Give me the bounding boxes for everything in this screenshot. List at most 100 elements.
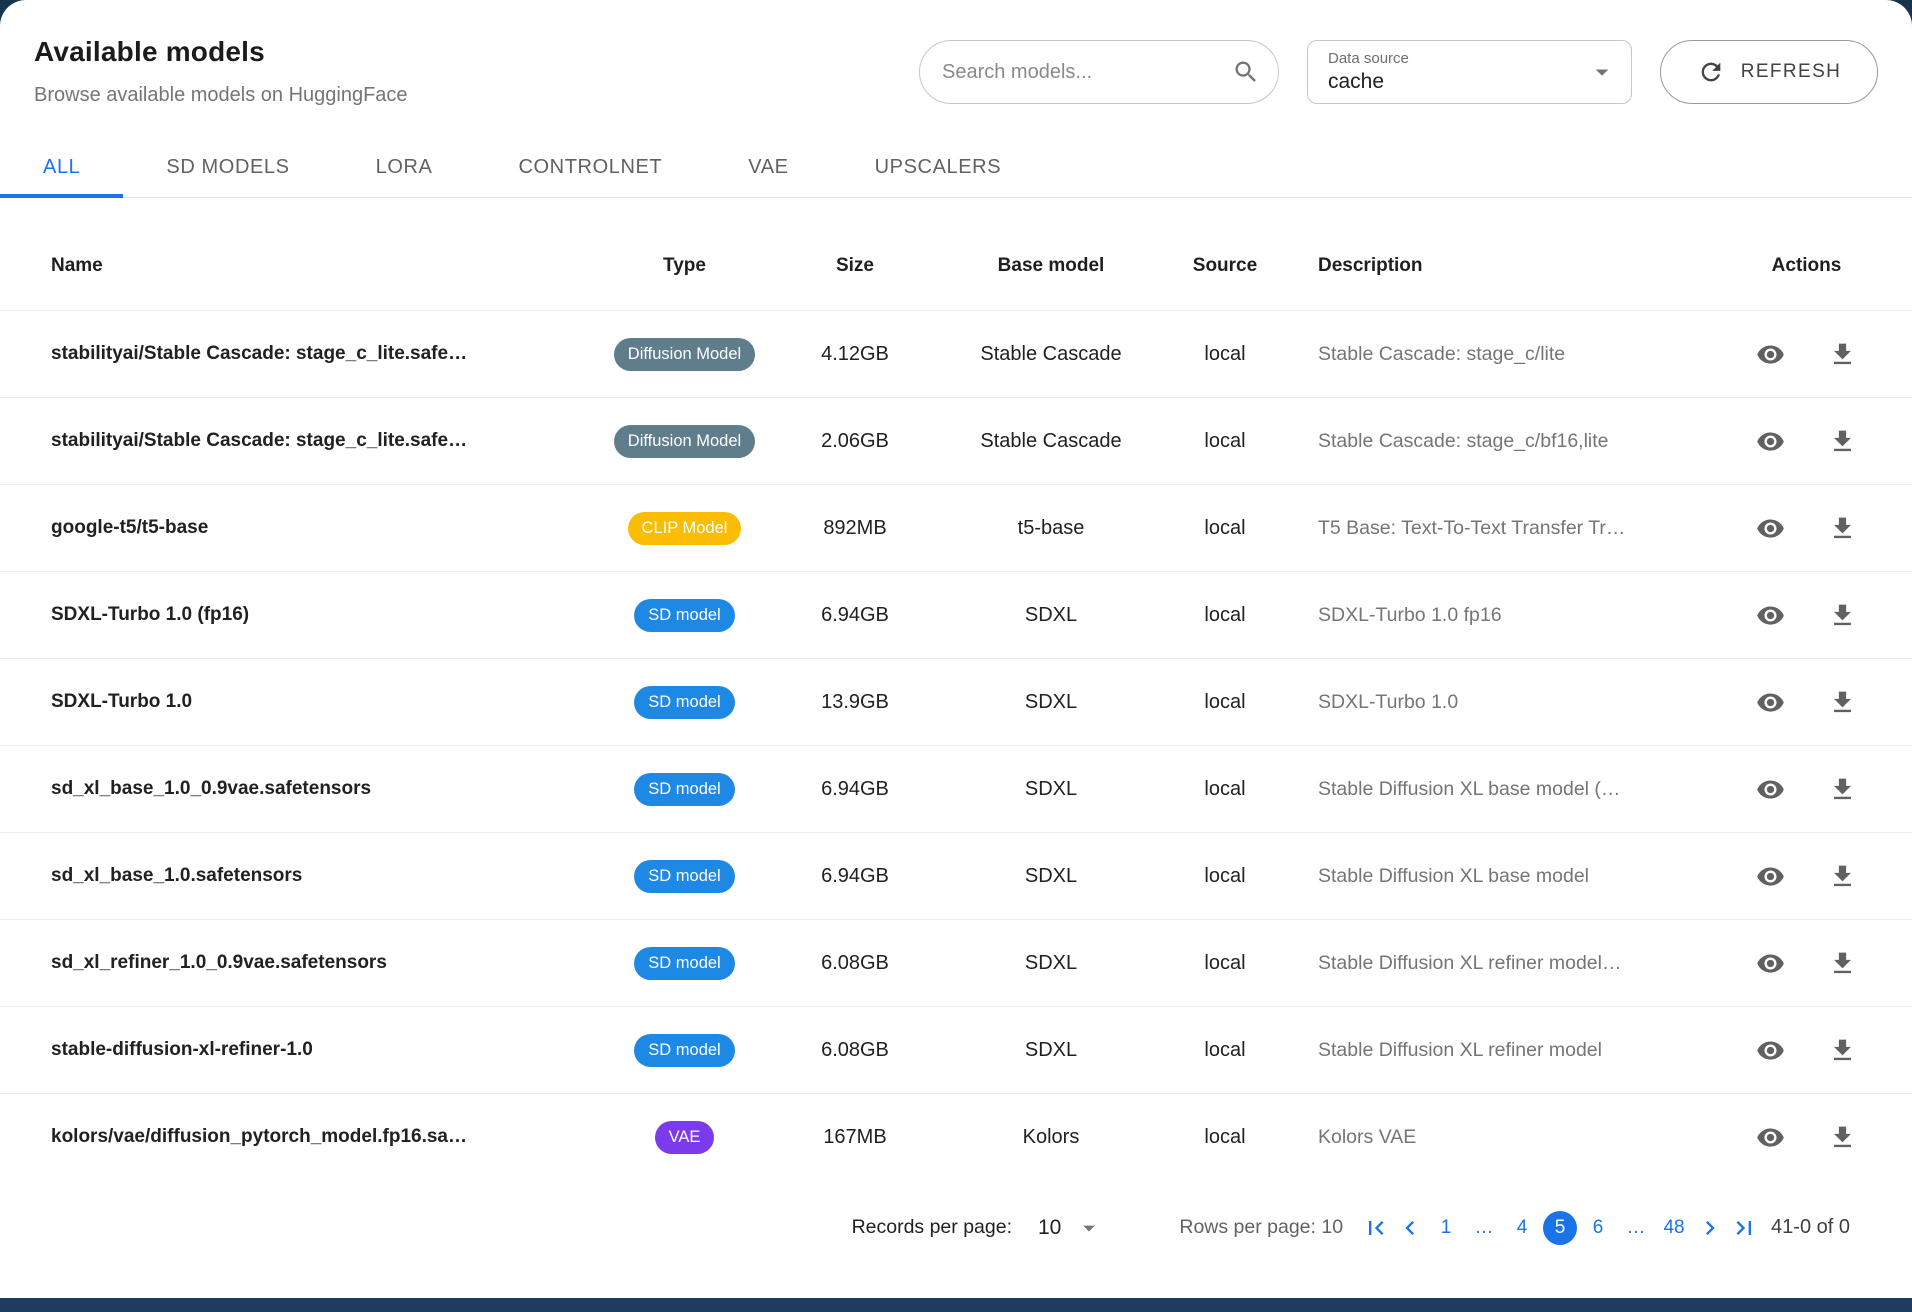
model-source: local	[1149, 1039, 1301, 1062]
arrow-drop-down-icon[interactable]	[1075, 1214, 1103, 1242]
view-button[interactable]	[1756, 513, 1786, 543]
row-actions	[1701, 1122, 1912, 1152]
download-button[interactable]	[1828, 948, 1858, 978]
refresh-label: REFRESH	[1741, 61, 1842, 83]
first-page-button[interactable]	[1359, 1211, 1393, 1245]
type-chip: SD model	[634, 773, 734, 806]
page-number[interactable]: …	[1467, 1211, 1501, 1245]
table-row[interactable]: sd_xl_base_1.0_0.9vae.safetensors SD mod…	[0, 745, 1912, 832]
download-icon	[1828, 340, 1857, 369]
download-button[interactable]	[1828, 774, 1858, 804]
view-button[interactable]	[1756, 426, 1786, 456]
model-base: t5-base	[953, 517, 1149, 540]
type-chip: SD model	[634, 860, 734, 893]
table-row[interactable]: google-t5/t5-base CLIP Model 892MB t5-ba…	[0, 484, 1912, 571]
data-source-text: Data source cache	[1328, 50, 1587, 94]
data-source-value: cache	[1328, 70, 1587, 94]
model-base: SDXL	[953, 778, 1149, 801]
column-header-description: Description	[1301, 255, 1701, 277]
page-number[interactable]: 1	[1429, 1211, 1463, 1245]
table-row[interactable]: kolors/vae/diffusion_pytorch_model.fp16.…	[0, 1093, 1912, 1180]
table-row[interactable]: stabilityai/Stable Cascade: stage_c_lite…	[0, 310, 1912, 397]
download-button[interactable]	[1828, 861, 1858, 891]
table-header-row: Name Type Size Base model Source Descrip…	[0, 198, 1912, 310]
table-row[interactable]: SDXL-Turbo 1.0 SD model 13.9GB SDXL loca…	[0, 658, 1912, 745]
table-row[interactable]: stable-diffusion-xl-refiner-1.0 SD model…	[0, 1006, 1912, 1093]
chevron-left-icon	[1396, 1214, 1424, 1242]
page-number[interactable]: …	[1619, 1211, 1653, 1245]
page-number[interactable]: 6	[1581, 1211, 1615, 1245]
download-icon	[1828, 775, 1857, 804]
page-number[interactable]: 4	[1505, 1211, 1539, 1245]
download-icon	[1828, 1036, 1857, 1065]
model-description: Stable Cascade: stage_c/lite	[1301, 343, 1701, 366]
pagination-bar: Records per page: 10 Rows per page: 10 1	[0, 1180, 1912, 1275]
bottom-strip	[0, 1298, 1912, 1312]
download-button[interactable]	[1828, 339, 1858, 369]
table-row[interactable]: stabilityai/Stable Cascade: stage_c_lite…	[0, 397, 1912, 484]
type-chip: CLIP Model	[628, 512, 742, 545]
type-chip: Diffusion Model	[614, 338, 755, 371]
model-source: local	[1149, 604, 1301, 627]
page-number[interactable]: 5	[1543, 1211, 1577, 1245]
view-button[interactable]	[1756, 1035, 1786, 1065]
download-icon	[1828, 427, 1857, 456]
tab[interactable]: CONTROLNET	[475, 137, 705, 197]
next-page-button[interactable]	[1693, 1211, 1727, 1245]
tab[interactable]: LORA	[333, 137, 476, 197]
model-size: 167MB	[757, 1126, 953, 1149]
download-icon	[1828, 514, 1857, 543]
download-button[interactable]	[1828, 1122, 1858, 1152]
model-size: 13.9GB	[757, 691, 953, 714]
model-source: local	[1149, 343, 1301, 366]
tab[interactable]: SD MODELS	[123, 137, 332, 197]
model-name: stable-diffusion-xl-refiner-1.0	[0, 1039, 612, 1061]
visibility-icon	[1756, 601, 1785, 630]
column-header-size: Size	[757, 255, 953, 277]
tab[interactable]: VAE	[705, 137, 831, 197]
view-button[interactable]	[1756, 339, 1786, 369]
view-button[interactable]	[1756, 600, 1786, 630]
previous-page-button[interactable]	[1393, 1211, 1427, 1245]
view-button[interactable]	[1756, 687, 1786, 717]
page-number[interactable]: 48	[1657, 1211, 1691, 1245]
row-actions	[1701, 600, 1912, 630]
view-button[interactable]	[1756, 861, 1786, 891]
type-chip: SD model	[634, 1034, 734, 1067]
arrow-drop-down-icon	[1587, 57, 1617, 87]
view-button[interactable]	[1756, 948, 1786, 978]
search-input[interactable]	[942, 61, 1232, 84]
model-name: sd_xl_refiner_1.0_0.9vae.safetensors	[0, 952, 612, 974]
view-button[interactable]	[1756, 774, 1786, 804]
page-subtitle: Browse available models on HuggingFace	[34, 84, 408, 107]
download-icon	[1828, 1123, 1857, 1152]
model-source: local	[1149, 430, 1301, 453]
table-row[interactable]: SDXL-Turbo 1.0 (fp16) SD model 6.94GB SD…	[0, 571, 1912, 658]
records-per-page-value[interactable]: 10	[1038, 1216, 1061, 1240]
refresh-button[interactable]: REFRESH	[1660, 40, 1878, 104]
first-page-icon	[1362, 1214, 1390, 1242]
model-description: T5 Base: Text-To-Text Transfer Tr…	[1301, 517, 1701, 540]
model-size: 6.94GB	[757, 865, 953, 888]
data-source-select[interactable]: Data source cache	[1307, 40, 1632, 104]
page-title: Available models	[34, 36, 408, 68]
search-box	[919, 40, 1279, 104]
chevron-right-icon	[1696, 1214, 1724, 1242]
model-size: 6.94GB	[757, 604, 953, 627]
download-button[interactable]	[1828, 1035, 1858, 1065]
tab[interactable]: UPSCALERS	[832, 137, 1045, 197]
table-row[interactable]: sd_xl_refiner_1.0_0.9vae.safetensors SD …	[0, 919, 1912, 1006]
tab[interactable]: ALL	[0, 137, 123, 197]
type-chip: Diffusion Model	[614, 425, 755, 458]
model-source: local	[1149, 691, 1301, 714]
download-button[interactable]	[1828, 513, 1858, 543]
table-row[interactable]: sd_xl_base_1.0.safetensors SD model 6.94…	[0, 832, 1912, 919]
view-button[interactable]	[1756, 1122, 1786, 1152]
last-page-button[interactable]	[1727, 1211, 1761, 1245]
download-button[interactable]	[1828, 426, 1858, 456]
model-name: stabilityai/Stable Cascade: stage_c_lite…	[0, 430, 612, 452]
download-button[interactable]	[1828, 600, 1858, 630]
download-button[interactable]	[1828, 687, 1858, 717]
model-name: stabilityai/Stable Cascade: stage_c_lite…	[0, 343, 612, 365]
type-chip: VAE	[655, 1121, 715, 1154]
